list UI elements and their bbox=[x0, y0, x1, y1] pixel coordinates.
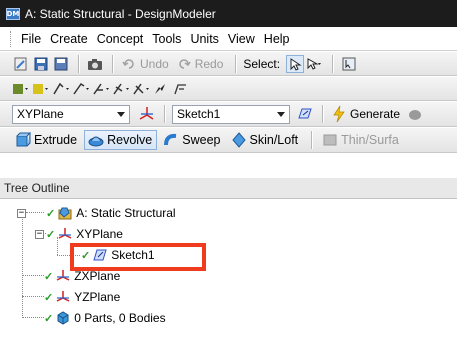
undo-icon[interactable] bbox=[120, 55, 138, 73]
graphics-toolbar bbox=[0, 77, 457, 101]
redo-icon[interactable] bbox=[175, 55, 193, 73]
edge-tool-3-icon[interactable] bbox=[92, 80, 110, 98]
menu-help[interactable]: Help bbox=[264, 32, 290, 46]
revolve-icon bbox=[87, 131, 105, 149]
tree-node-bodies[interactable]: ✓ 0 Parts, 0 Bodies bbox=[44, 309, 166, 327]
tree-root-label: A: Static Structural bbox=[76, 206, 176, 220]
tree-connector bbox=[22, 296, 44, 297]
checkmark-icon: ✓ bbox=[46, 207, 56, 220]
chevron-down-icon[interactable] bbox=[113, 106, 129, 123]
standard-toolbar: Undo Redo Select: bbox=[0, 52, 457, 76]
menu-tools[interactable]: Tools bbox=[152, 32, 181, 46]
toolbar-separator bbox=[332, 54, 335, 73]
new-sketch-icon[interactable] bbox=[296, 105, 314, 123]
tree-outline: − ✓ A: Static Structural − ✓ XYPlane ✓ S… bbox=[0, 200, 457, 363]
screenshot-camera-icon[interactable] bbox=[86, 55, 104, 73]
menu-bar: File Create Concept Tools Units View Hel… bbox=[0, 27, 457, 51]
extrude-icon bbox=[14, 131, 32, 149]
skin-loft-button[interactable]: Skin/Loft bbox=[228, 130, 303, 150]
thin-surface-label: Thin/Surfa bbox=[341, 133, 399, 147]
plane-dropdown-value: XYPlane bbox=[17, 107, 64, 121]
plane-axis-icon bbox=[56, 225, 74, 243]
model-folder-icon bbox=[56, 204, 74, 222]
menu-units[interactable]: Units bbox=[190, 32, 218, 46]
tree-connector bbox=[22, 275, 44, 276]
edge-tool-4-icon[interactable] bbox=[112, 80, 130, 98]
toolbar-separator bbox=[235, 54, 238, 73]
menu-grip bbox=[10, 30, 13, 47]
menu-create[interactable]: Create bbox=[50, 32, 88, 46]
features-toolbar: Extrude Revolve Sweep Skin/Loft Thin/Sur… bbox=[0, 128, 457, 153]
new-geometry-icon[interactable] bbox=[12, 55, 30, 73]
thin-surface-button[interactable]: Thin/Surfa bbox=[319, 130, 403, 150]
generate-button[interactable]: Generate bbox=[350, 107, 400, 121]
tree-outline-header: Tree Outline bbox=[0, 178, 457, 199]
parts-bodies-icon bbox=[54, 309, 72, 327]
display-mode-icon[interactable] bbox=[12, 80, 30, 98]
collapse-expander[interactable]: − bbox=[17, 208, 26, 218]
select-filter-icon[interactable] bbox=[306, 55, 324, 73]
revolve-button[interactable]: Revolve bbox=[84, 130, 158, 150]
new-plane-icon[interactable] bbox=[138, 105, 156, 123]
sketch1-highlight-box bbox=[70, 243, 206, 271]
plane-axis-icon bbox=[54, 288, 72, 306]
select-label: Select: bbox=[243, 56, 281, 71]
extrude-button[interactable]: Extrude bbox=[12, 130, 81, 150]
save-icon[interactable] bbox=[32, 55, 50, 73]
sketch-dropdown-value: Sketch1 bbox=[177, 107, 221, 121]
tree-outline-title: Tree Outline bbox=[4, 181, 70, 195]
revolve-label: Revolve bbox=[107, 133, 153, 147]
window-title: A: Static Structural - DesignModeler bbox=[25, 6, 216, 21]
toolbar-separator bbox=[164, 105, 166, 123]
tree-connector bbox=[22, 216, 23, 318]
menu-concept[interactable]: Concept bbox=[97, 32, 144, 46]
sweep-label: Sweep bbox=[182, 133, 221, 147]
menu-file[interactable]: File bbox=[21, 32, 41, 46]
tree-node-xyplane[interactable]: − ✓ XYPlane bbox=[35, 225, 123, 243]
toolbar-separator bbox=[311, 131, 314, 149]
toolbar-separator bbox=[322, 105, 324, 123]
sweep-icon bbox=[162, 131, 180, 149]
plane-sketch-toolbar: XYPlane Sketch1 Generate bbox=[0, 102, 457, 127]
shaded-mode-icon[interactable] bbox=[32, 80, 50, 98]
skin-loft-icon bbox=[230, 131, 248, 149]
select-mode-icon[interactable] bbox=[286, 54, 305, 73]
extrude-label: Extrude bbox=[34, 133, 78, 147]
export-icon[interactable] bbox=[52, 55, 70, 73]
collapse-expander[interactable]: − bbox=[35, 229, 44, 239]
checkmark-icon: ✓ bbox=[46, 228, 56, 241]
skin-loft-label: Skin/Loft bbox=[249, 133, 299, 147]
undo-label[interactable]: Undo bbox=[140, 57, 169, 71]
chevron-down-icon[interactable] bbox=[273, 106, 289, 123]
window-titlebar: DM A: Static Structural - DesignModeler bbox=[0, 0, 457, 27]
tree-xyplane-label: XYPlane bbox=[76, 227, 123, 241]
plane-dropdown[interactable]: XYPlane bbox=[12, 104, 130, 124]
edge-tool-7-icon[interactable] bbox=[172, 80, 190, 98]
tree-node-yzplane[interactable]: ✓ YZPlane bbox=[44, 288, 120, 306]
tree-node-root[interactable]: − ✓ A: Static Structural bbox=[17, 204, 176, 222]
tree-zxplane-label: ZXPlane bbox=[74, 269, 121, 283]
edge-tool-5-icon[interactable] bbox=[132, 80, 150, 98]
generate-lightning-icon[interactable] bbox=[330, 105, 348, 123]
toolbar-separator bbox=[78, 54, 80, 73]
checkmark-icon: ✓ bbox=[44, 291, 54, 304]
redo-label[interactable]: Redo bbox=[195, 57, 224, 71]
sweep-button[interactable]: Sweep bbox=[160, 130, 224, 150]
tree-bodies-label: 0 Parts, 0 Bodies bbox=[74, 311, 166, 325]
edge-tool-6-icon[interactable] bbox=[152, 80, 170, 98]
edge-tool-1-icon[interactable] bbox=[52, 80, 70, 98]
edge-tool-2-icon[interactable] bbox=[72, 80, 90, 98]
toolbar-separator bbox=[112, 54, 114, 73]
menu-view[interactable]: View bbox=[228, 32, 255, 46]
checkmark-icon: ✓ bbox=[44, 312, 54, 325]
share-topology-icon[interactable] bbox=[406, 105, 424, 123]
sketch-dropdown[interactable]: Sketch1 bbox=[172, 104, 290, 124]
face-filter-icon[interactable] bbox=[340, 55, 358, 73]
checkmark-icon: ✓ bbox=[44, 270, 54, 283]
thin-surface-icon bbox=[321, 131, 339, 149]
designmodeler-app-icon: DM bbox=[6, 7, 20, 20]
tree-yzplane-label: YZPlane bbox=[74, 290, 121, 304]
tree-connector bbox=[22, 317, 44, 318]
